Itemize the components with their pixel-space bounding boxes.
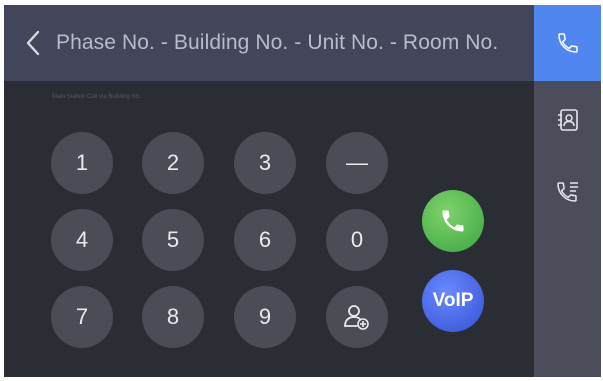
back-button[interactable]	[14, 5, 52, 81]
hint-text: Main Station Call via Building No.	[52, 94, 141, 100]
intercom-screen: Phase No. - Building No. - Unit No. - Ro…	[4, 5, 601, 377]
call-log-icon	[556, 182, 578, 202]
sidebar-item-call[interactable]	[534, 5, 601, 81]
contact-add-icon	[344, 305, 369, 330]
room-number-input[interactable]: Phase No. - Building No. - Unit No. - Ro…	[56, 31, 498, 55]
key-7[interactable]: 7	[51, 286, 113, 348]
voip-button[interactable]: VoIP	[422, 270, 484, 332]
phone-icon	[442, 210, 464, 232]
key-8[interactable]: 8	[142, 286, 204, 348]
call-icon	[557, 33, 578, 53]
add-contact-button[interactable]	[326, 286, 388, 348]
chevron-left-icon	[26, 30, 40, 56]
key-0[interactable]: 0	[326, 209, 388, 271]
key-1[interactable]: 1	[51, 132, 113, 194]
key-4[interactable]: 4	[51, 209, 113, 271]
sidebar-item-contacts[interactable]	[534, 85, 601, 155]
key-9[interactable]: 9	[234, 286, 296, 348]
sidebar	[534, 5, 601, 377]
call-button[interactable]	[422, 190, 484, 252]
key-3[interactable]: 3	[234, 132, 296, 194]
key-dash[interactable]: —	[326, 132, 388, 194]
contacts-icon	[557, 109, 578, 131]
key-6[interactable]: 6	[234, 209, 296, 271]
header-bar: Phase No. - Building No. - Unit No. - Ro…	[4, 5, 534, 81]
key-5[interactable]: 5	[142, 209, 204, 271]
key-2[interactable]: 2	[142, 132, 204, 194]
sidebar-item-call-log[interactable]	[534, 157, 601, 227]
